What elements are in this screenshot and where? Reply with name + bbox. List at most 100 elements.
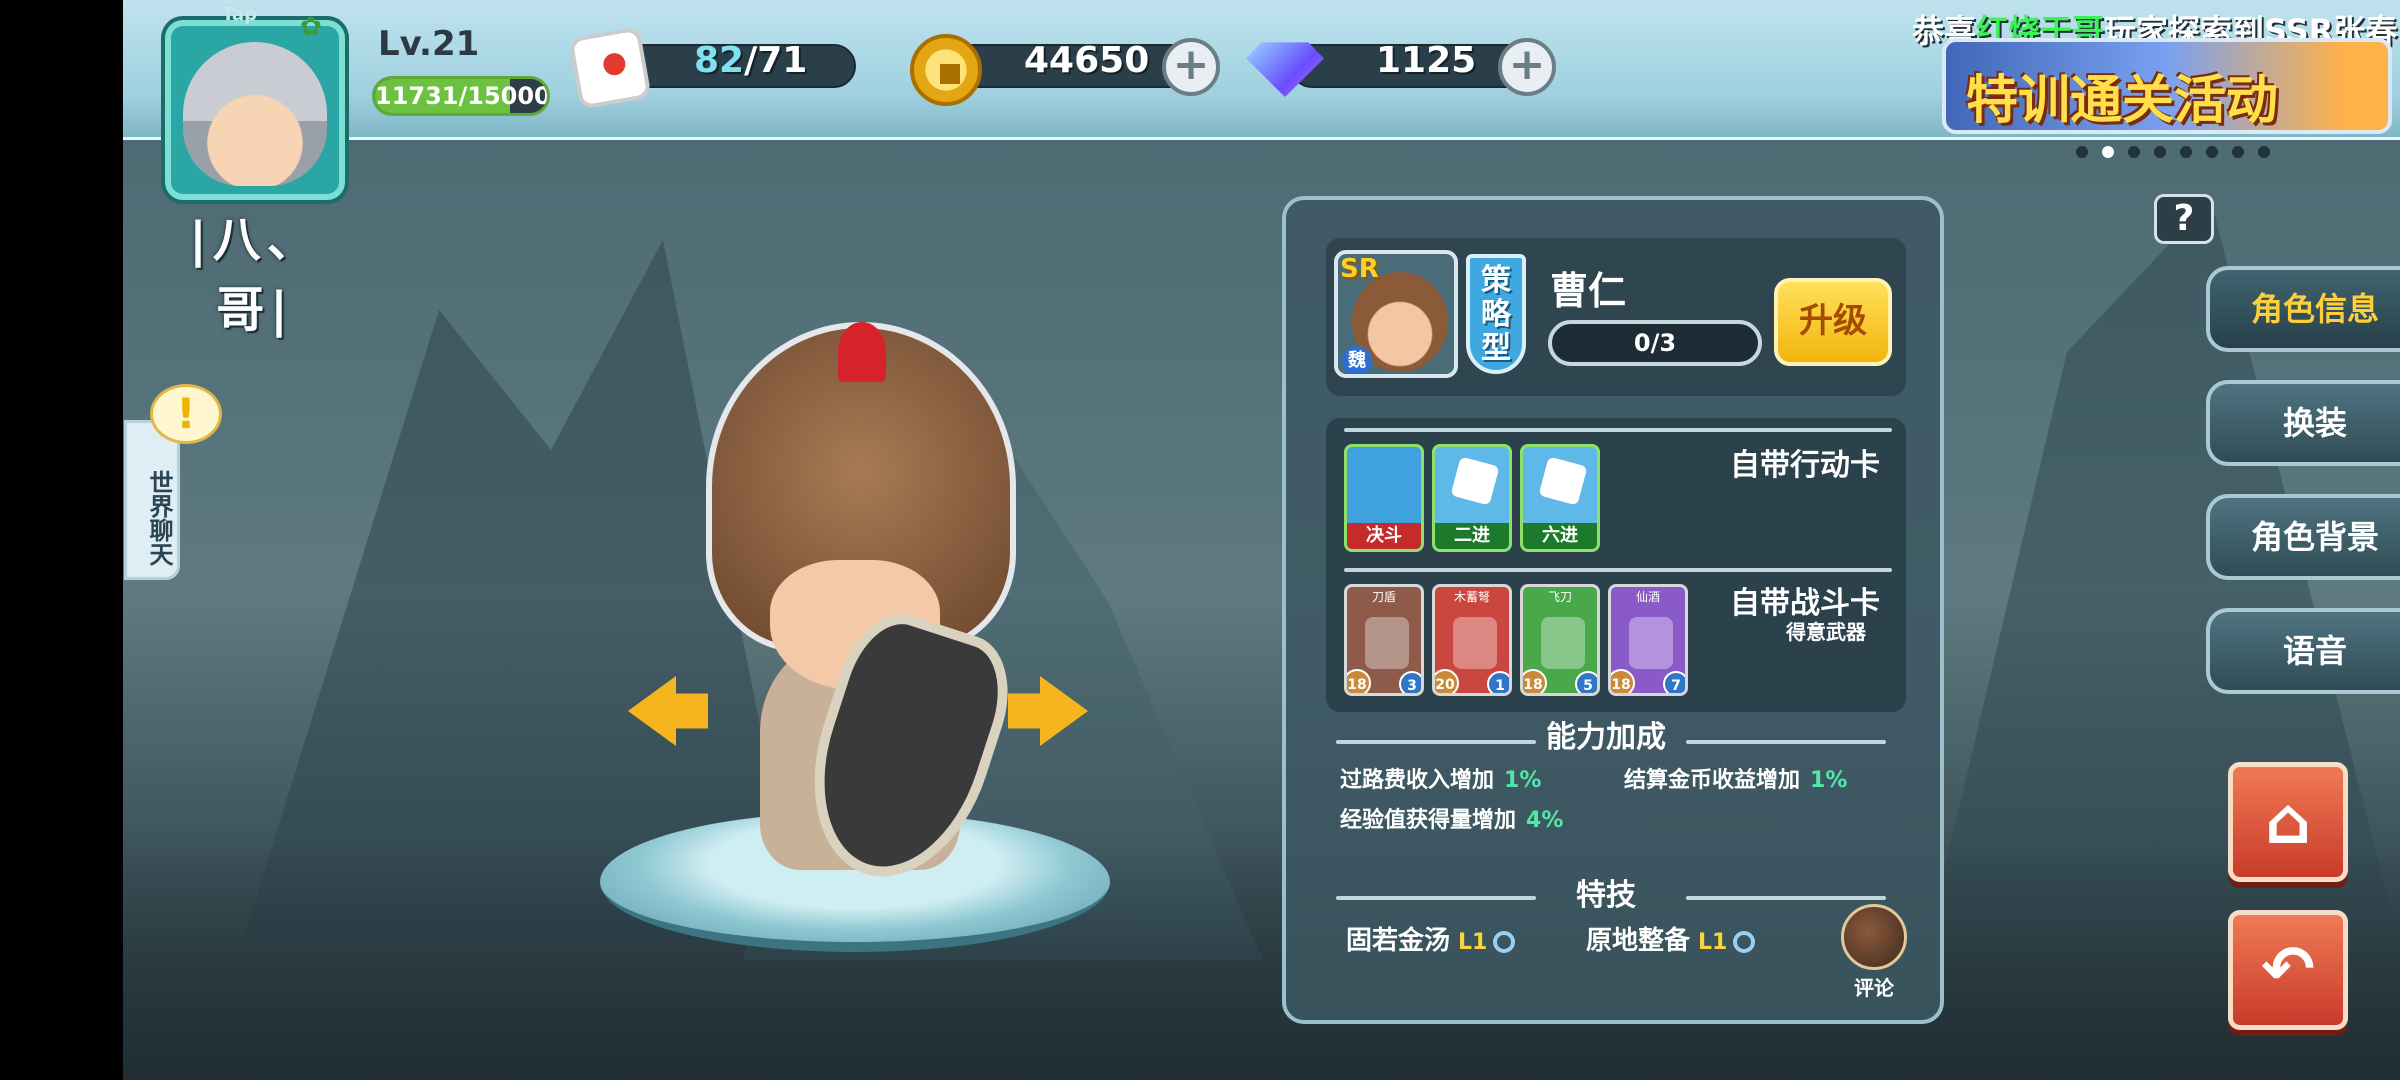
ground-shadow [123,840,2400,1080]
upgrade-button[interactable]: 升级 [1774,278,1892,366]
pagination-dot[interactable] [2128,146,2140,158]
gem-value: 1125 [1376,40,1477,81]
hero-info-panel: SR 魏 策略型 曹仁 0/3 升级 自带行动卡 决斗 二进 六进 自带战斗卡 … [1282,196,1944,1024]
divider [1344,568,1892,572]
gourd-icon [1629,617,1673,669]
bonus-settlement-gold: 结算金币收益增加 1% [1624,762,1847,794]
hero-cards-box: 自带行动卡 决斗 二进 六进 自带战斗卡 得意武器 刀盾 18 3 木蓄弩 20… [1326,418,1906,712]
card-level: 20 [1435,669,1459,693]
exp-bar: 11731/15000 [372,76,550,116]
bonus-label: 结算金币收益增加 [1624,768,1801,793]
battle-card[interactable]: 刀盾 18 3 [1344,584,1424,696]
action-card-label: 六进 [1523,523,1597,549]
skill-item[interactable]: 原地整备 L1 [1586,920,1756,957]
pagination-dot[interactable] [2232,146,2244,158]
comment-label: 评论 [1854,976,1894,1000]
skill-name: 固若金汤 [1346,926,1451,956]
tab-hero-info[interactable]: 角色信息 [2206,266,2400,352]
event-title: 特训通关活动 [1966,71,2279,131]
gold-value: 44650 [1024,40,1150,81]
skill-level: L1 [1458,930,1488,955]
battle-card-name: 飞刀 [1547,590,1572,604]
tab-hero-background[interactable]: 角色背景 [2206,494,2400,580]
battle-card[interactable]: 木蓄弩 20 1 [1432,584,1512,696]
helmet-plume [838,322,886,382]
magnifier-icon[interactable] [1733,930,1756,953]
card-cost: 7 [1663,671,1685,693]
energy-current: 82 [694,40,745,81]
energy-value: 82/71 [694,40,807,81]
hero-type-tag: 策略型 [1466,254,1526,374]
bonus-toll-income: 过路费收入增加 1% [1340,762,1541,794]
skill-item[interactable]: 固若金汤 L1 [1346,920,1516,957]
home-button[interactable]: ⌂ [2228,762,2348,882]
card-cost: 5 [1575,671,1597,693]
gold-coin-icon [910,34,982,106]
faction-badge: 魏 [1342,346,1372,374]
tab-outfit[interactable]: 换装 [2206,380,2400,466]
event-banner[interactable]: 特训通关活动 [1942,38,2392,134]
tab-voice[interactable]: 语音 [2206,608,2400,694]
exp-text: 11731/15000 [375,82,550,110]
player-name: |八、哥| [189,212,321,338]
skill-level: L1 [1698,930,1728,955]
card-level: 18 [1523,669,1547,693]
divider [1686,740,1886,744]
hero-portrait[interactable]: SR 魏 [1334,250,1458,378]
action-cards-title: 自带行动卡 [1730,448,1880,483]
action-card[interactable]: 六进 [1520,444,1600,552]
card-level: 18 [1347,669,1371,693]
action-card[interactable]: 二进 [1432,444,1512,552]
pagination-dot[interactable] [2206,146,2218,158]
bonus-value: 1% [1810,768,1848,793]
home-icon: ⌂ [2265,785,2311,859]
skills-title: 特技 [1576,878,1636,913]
back-button[interactable]: ↶ [2228,910,2348,1030]
banner-pagination [2076,146,2270,158]
bonus-label: 经验值获得量增加 [1340,808,1517,833]
player-avatar[interactable] [165,20,345,200]
bonus-exp-gain: 经验值获得量增加 4% [1340,802,1563,834]
dice-icon [1538,456,1588,506]
add-gold-button[interactable]: + [1162,38,1220,96]
comment-button[interactable]: 评论 [1834,904,1914,1000]
chat-alert-icon: ! [150,384,222,444]
battle-card-name: 木蓄弩 [1453,590,1490,604]
dice-icon [568,26,652,110]
hero-name: 曹仁 [1550,269,1627,313]
skill-name: 原地整备 [1586,926,1691,956]
sword-shield-icon [1365,617,1409,669]
player-level: Lv.21 [378,24,480,64]
card-level: 18 [1611,669,1635,693]
divider [1686,896,1886,900]
action-card[interactable]: 决斗 [1344,444,1424,552]
pagination-dot[interactable] [2154,146,2166,158]
bonus-label: 过路费收入增加 [1340,768,1495,793]
battle-card[interactable]: 飞刀 18 5 [1520,584,1600,696]
card-cost: 1 [1487,671,1509,693]
battle-card-name: 仙酒 [1635,590,1660,604]
favored-weapon-note: 得意武器 [1786,620,1866,644]
pagination-dot[interactable] [2076,146,2088,158]
magnifier-icon[interactable] [1493,930,1516,953]
comment-icon [1841,904,1907,970]
pagination-dot[interactable] [2258,146,2270,158]
card-cost: 3 [1399,671,1421,693]
battle-card[interactable]: 仙酒 18 7 [1608,584,1688,696]
bonus-value: 4% [1526,808,1564,833]
back-icon: ↶ [2261,933,2315,1007]
help-button[interactable]: ? [2154,194,2214,244]
battle-card-name: 刀盾 [1371,590,1396,604]
add-gems-button[interactable]: + [1498,38,1556,96]
pagination-dot-active[interactable] [2102,146,2114,158]
pagination-dot[interactable] [2180,146,2192,158]
dice-icon [1450,456,1500,506]
flying-knife-icon [1541,617,1585,669]
action-card-label: 决斗 [1347,523,1421,549]
fragment-count: 0/3 [1633,329,1677,357]
rarity-badge: SR [1340,254,1379,284]
tap-hint: Tap [222,4,257,25]
ability-bonus-title: 能力加成 [1546,720,1666,755]
hero-header: SR 魏 策略型 曹仁 0/3 升级 [1326,238,1906,396]
world-chat-tab[interactable]: 世界聊天 [124,420,180,580]
